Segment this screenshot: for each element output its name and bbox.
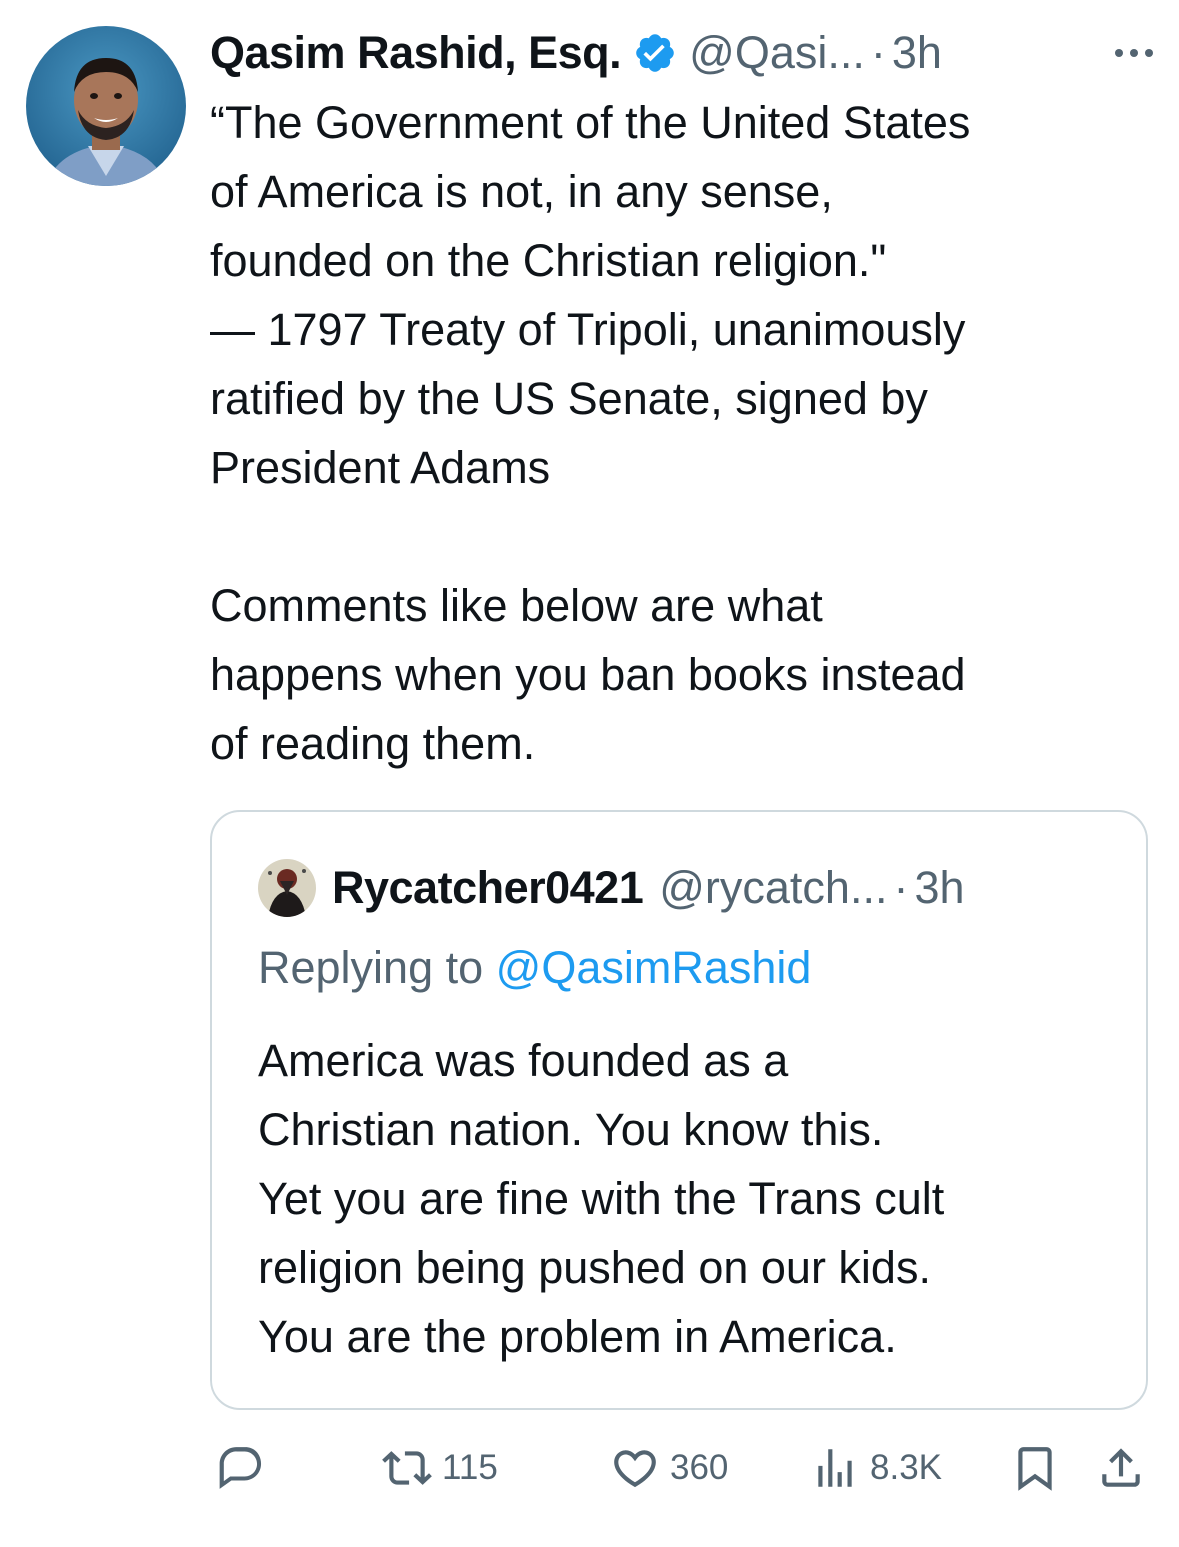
tweet-text: “The Government of the United States of … bbox=[210, 97, 971, 769]
quoted-author-display-name[interactable]: Rycatcher0421 bbox=[332, 862, 644, 914]
retweet-button[interactable]: 115 bbox=[382, 1440, 498, 1496]
retweet-icon bbox=[382, 1451, 432, 1485]
more-options-icon[interactable] bbox=[1109, 43, 1159, 63]
retweet-count: 115 bbox=[442, 1448, 498, 1487]
reply-icon bbox=[219, 1447, 262, 1489]
views-button[interactable]: 8.3K bbox=[810, 1440, 942, 1496]
views-chart-icon bbox=[818, 1449, 852, 1487]
reply-button[interactable] bbox=[216, 1440, 266, 1496]
replying-to-mention-link[interactable]: @QasimRashid bbox=[496, 942, 812, 993]
replying-to-line: Replying to @QasimRashid bbox=[258, 942, 811, 994]
header-separator: · bbox=[870, 27, 886, 78]
quoted-header-separator: · bbox=[893, 862, 909, 913]
quoted-tweet[interactable]: Rycatcher0421 @rycatch... · 3h Replying … bbox=[210, 810, 1148, 1410]
views-count: 8.3K bbox=[870, 1448, 942, 1487]
bookmark-button[interactable] bbox=[1010, 1440, 1060, 1496]
quoted-author-handle[interactable]: @rycatch... bbox=[659, 862, 887, 914]
verified-badge-icon[interactable] bbox=[633, 31, 677, 75]
quoted-tweet-text: America was founded as a Christian natio… bbox=[258, 1035, 945, 1362]
author-display-name[interactable]: Qasim Rashid, Esq. bbox=[210, 27, 622, 79]
like-button[interactable]: 360 bbox=[610, 1440, 728, 1496]
bookmark-icon bbox=[1018, 1447, 1052, 1491]
heart-icon bbox=[614, 1450, 656, 1488]
author-handle[interactable]: @Qasi... bbox=[689, 27, 865, 79]
like-count: 360 bbox=[670, 1448, 729, 1487]
tweet-timestamp[interactable]: 3h bbox=[892, 27, 942, 79]
replying-to-label: Replying to bbox=[258, 942, 496, 993]
quoted-tweet-timestamp[interactable]: 3h bbox=[914, 862, 964, 914]
tweet-header: Qasim Rashid, Esq. @Qasi... · 3h bbox=[210, 20, 1159, 86]
share-button[interactable] bbox=[1096, 1440, 1146, 1496]
quoted-author-avatar[interactable] bbox=[258, 859, 316, 917]
share-icon bbox=[1102, 1448, 1140, 1487]
tweet-action-bar: 115 360 8.3K bbox=[210, 1440, 1150, 1496]
quoted-tweet-header: Rycatcher0421 @rycatch... · 3h bbox=[258, 856, 1126, 920]
author-avatar[interactable] bbox=[26, 26, 186, 186]
